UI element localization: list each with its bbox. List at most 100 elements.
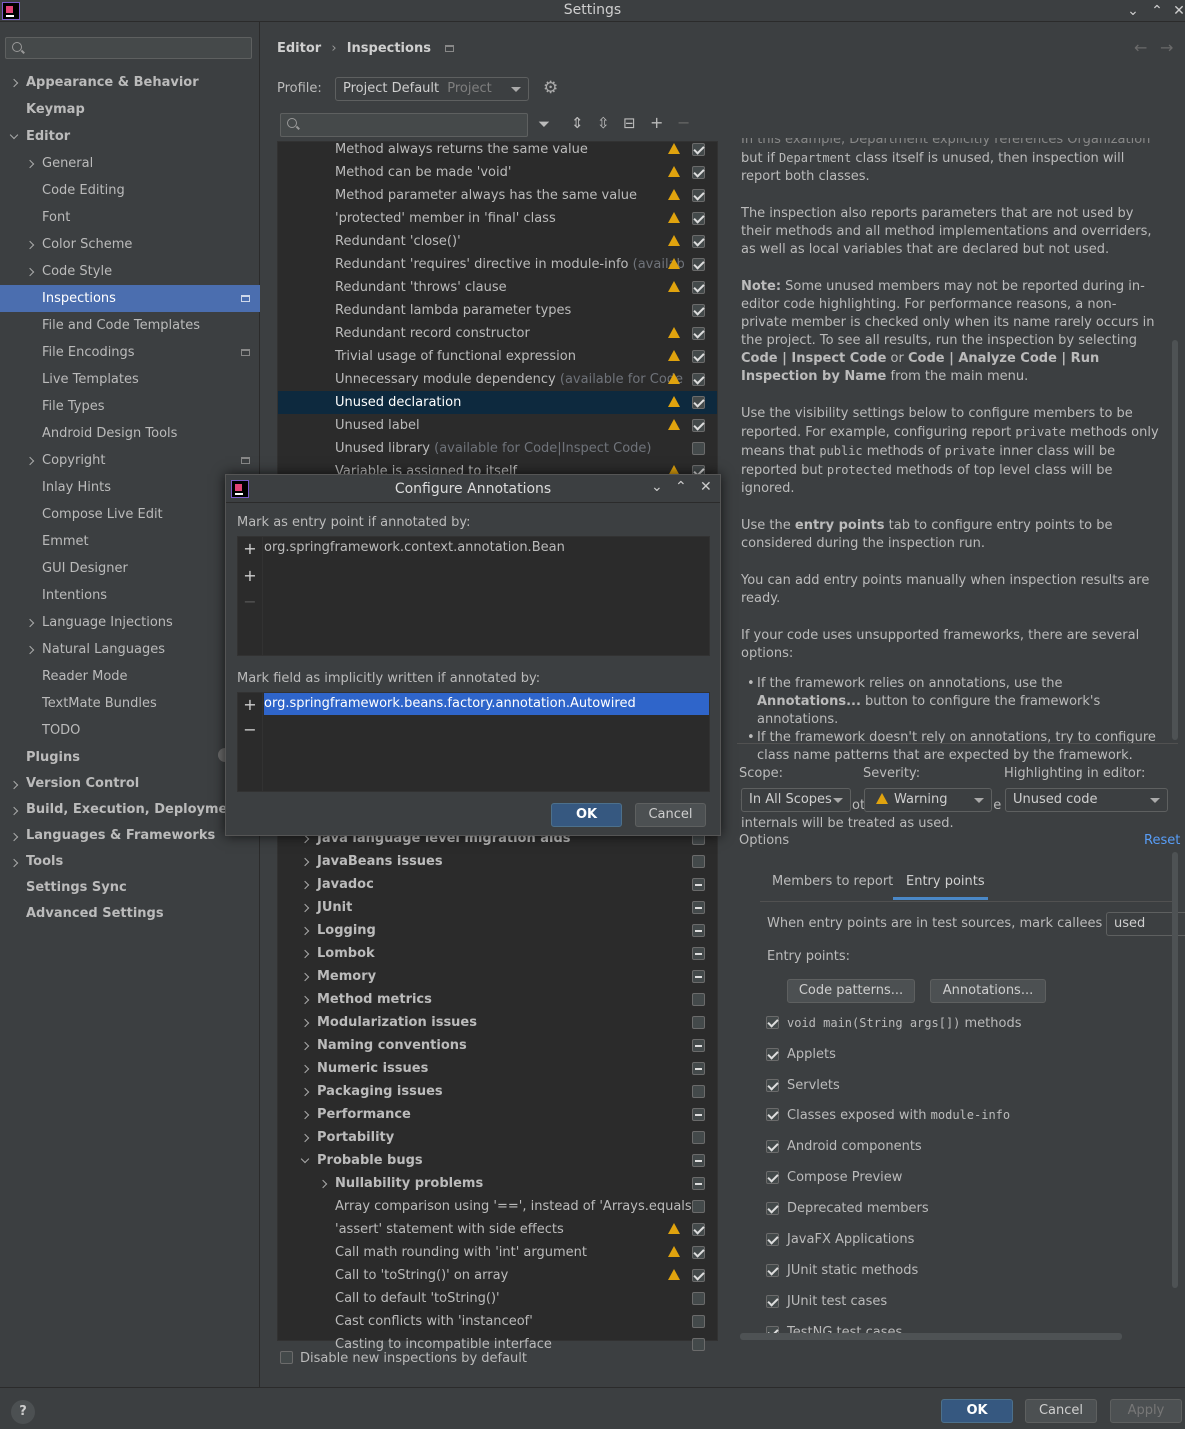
dialog-ok-button[interactable]: OK [551, 803, 622, 827]
inspection-row[interactable]: Redundant 'throws' clause [278, 276, 717, 299]
inspection-checkbox[interactable] [692, 924, 705, 937]
entry-option-checkbox[interactable] [766, 1048, 779, 1061]
inspection-row[interactable]: 'protected' member in 'final' class [278, 207, 717, 230]
inspection-row[interactable]: Call to default 'toString()' [278, 1287, 717, 1310]
inspection-checkbox[interactable] [692, 442, 705, 455]
chevron-right-icon[interactable] [300, 1110, 310, 1120]
add-annotation-icon[interactable]: + [238, 539, 262, 558]
inspection-checkbox[interactable] [692, 235, 705, 248]
inspection-checkbox[interactable] [692, 1246, 705, 1259]
inspection-checkbox[interactable] [692, 258, 705, 271]
chevron-right-icon[interactable] [25, 645, 35, 655]
inspection-checkbox[interactable] [692, 993, 705, 1006]
chevron-right-icon[interactable] [318, 1179, 328, 1189]
inspection-checkbox[interactable] [692, 1292, 705, 1305]
remove-annotation-icon[interactable]: − [238, 592, 262, 611]
disable-new-inspections[interactable]: Disable new inspections by default [280, 1351, 580, 1371]
add-with-search-icon[interactable]: + [238, 566, 262, 585]
inspection-group-row[interactable]: Lombok [278, 942, 717, 965]
chevron-right-icon[interactable] [9, 780, 19, 790]
horizontal-scrollbar[interactable] [740, 1333, 1122, 1340]
inspection-group-row[interactable]: Performance [278, 1103, 717, 1126]
annotations-button[interactable]: Annotations... [930, 979, 1046, 1003]
inspection-row[interactable]: Cast conflicts with 'instanceof' [278, 1310, 717, 1333]
sidebar-item-inspections[interactable]: Inspections [0, 285, 260, 312]
sidebar-item-intentions[interactable]: Intentions [0, 582, 260, 609]
entry-option-checkbox[interactable] [766, 1233, 779, 1246]
severity-dropdown[interactable]: Warning [864, 788, 992, 812]
sidebar-item-natural-languages[interactable]: Natural Languages [0, 636, 260, 663]
inspection-group-row[interactable]: Portability [278, 1126, 717, 1149]
inspection-checkbox[interactable] [692, 373, 705, 386]
code-patterns-button[interactable]: Code patterns... [787, 979, 915, 1003]
inspection-checkbox[interactable] [692, 970, 705, 983]
scope-dropdown[interactable]: In All Scopes [741, 788, 851, 812]
dialog-cancel-button[interactable]: Cancel [635, 803, 706, 827]
inspection-checkbox[interactable] [692, 878, 705, 891]
tab-members-to-report[interactable]: Members to report [772, 874, 893, 889]
inspection-row[interactable]: Redundant record constructor [278, 322, 717, 345]
chevron-right-icon[interactable] [300, 1064, 310, 1074]
remove-icon[interactable]: − [677, 113, 690, 132]
inspection-row[interactable]: 'assert' statement with side effects [278, 1218, 717, 1241]
sidebar-item-appearance-behavior[interactable]: Appearance & Behavior [0, 69, 260, 96]
inspection-checkbox[interactable] [692, 855, 705, 868]
annotation-item[interactable]: org.springframework.context.annotation.B… [264, 540, 565, 555]
inspection-checkbox[interactable] [692, 327, 705, 340]
settings-search-input[interactable] [5, 37, 252, 59]
chevron-right-icon[interactable] [25, 159, 35, 169]
inspection-group-row[interactable]: Logging [278, 919, 717, 942]
inspection-row[interactable]: Unnecessary module dependency (available… [278, 368, 717, 391]
sidebar-item-file-types[interactable]: File Types [0, 393, 260, 420]
inspection-row[interactable]: Method always returns the same value [278, 138, 717, 161]
chevron-right-icon[interactable] [300, 995, 310, 1005]
sidebar-item-gui-designer[interactable]: GUI Designer [0, 555, 260, 582]
inspection-checkbox[interactable] [692, 304, 705, 317]
chevron-right-icon[interactable] [300, 880, 310, 890]
filter-icon[interactable]: ⏷ [538, 115, 550, 133]
inspection-group-row[interactable]: JUnit [278, 896, 717, 919]
chevron-right-icon[interactable] [25, 240, 35, 250]
inspection-checkbox[interactable] [692, 1131, 705, 1144]
entry-option-checkbox[interactable] [766, 1295, 779, 1308]
maximize-icon[interactable]: ⌃ [1147, 0, 1167, 22]
chevron-right-icon[interactable] [300, 1087, 310, 1097]
inspection-row[interactable]: Redundant 'close()' [278, 230, 717, 253]
inspection-group-row[interactable]: Modularization issues [278, 1011, 717, 1034]
inspection-checkbox[interactable] [692, 1269, 705, 1282]
cancel-button[interactable]: Cancel [1025, 1399, 1097, 1423]
inspection-checkbox[interactable] [692, 1315, 705, 1328]
inspection-checkbox[interactable] [692, 1338, 705, 1351]
entry-main-checkbox[interactable] [766, 1016, 779, 1029]
inspection-group-row[interactable]: Nullability problems [278, 1172, 717, 1195]
inspection-group-row[interactable]: JavaBeans issues [278, 850, 717, 873]
sidebar-item-version-control[interactable]: Version Control [0, 771, 260, 797]
entry-option-checkbox[interactable] [766, 1079, 779, 1092]
dialog-close-icon[interactable]: ✕ [700, 479, 712, 495]
inspection-row[interactable]: Unused library (available for Code|Inspe… [278, 437, 717, 460]
chevron-down-icon[interactable] [300, 1154, 310, 1164]
inspection-checkbox[interactable] [692, 189, 705, 202]
inspection-row[interactable]: Unused declaration [278, 391, 717, 414]
description-scrollbar[interactable] [1172, 340, 1178, 740]
inspection-group-row[interactable]: Numeric issues [278, 1057, 717, 1080]
chevron-right-icon[interactable] [25, 267, 35, 277]
chevron-right-icon[interactable] [300, 926, 310, 936]
inspection-row[interactable]: Call to 'toString()' on array [278, 1264, 717, 1287]
sidebar-item-build-execution-deployment[interactable]: Build, Execution, Deployment [0, 797, 260, 823]
inspection-row[interactable]: Method can be made 'void' [278, 161, 717, 184]
entry-option-checkbox[interactable] [766, 1140, 779, 1153]
reset-to-default-icon[interactable]: ⊟ [623, 114, 636, 132]
entry-annotations-list[interactable]: + + − org.springframework.context.annota… [237, 536, 710, 656]
add-field-annotation-icon[interactable]: + [238, 695, 262, 714]
sidebar-item-reader-mode[interactable]: Reader Mode [0, 663, 260, 690]
sidebar-item-code-style[interactable]: Code Style [0, 258, 260, 285]
inspection-group-row[interactable]: Method metrics [278, 988, 717, 1011]
chevron-right-icon[interactable] [9, 78, 19, 88]
expand-all-icon[interactable]: ⇕ [571, 114, 584, 132]
gear-icon[interactable]: ⚙ [543, 78, 558, 98]
sidebar-item-live-templates[interactable]: Live Templates [0, 366, 260, 393]
apply-button[interactable]: Apply [1110, 1399, 1182, 1423]
entry-option-checkbox[interactable] [766, 1264, 779, 1277]
chevron-right-icon[interactable] [300, 949, 310, 959]
